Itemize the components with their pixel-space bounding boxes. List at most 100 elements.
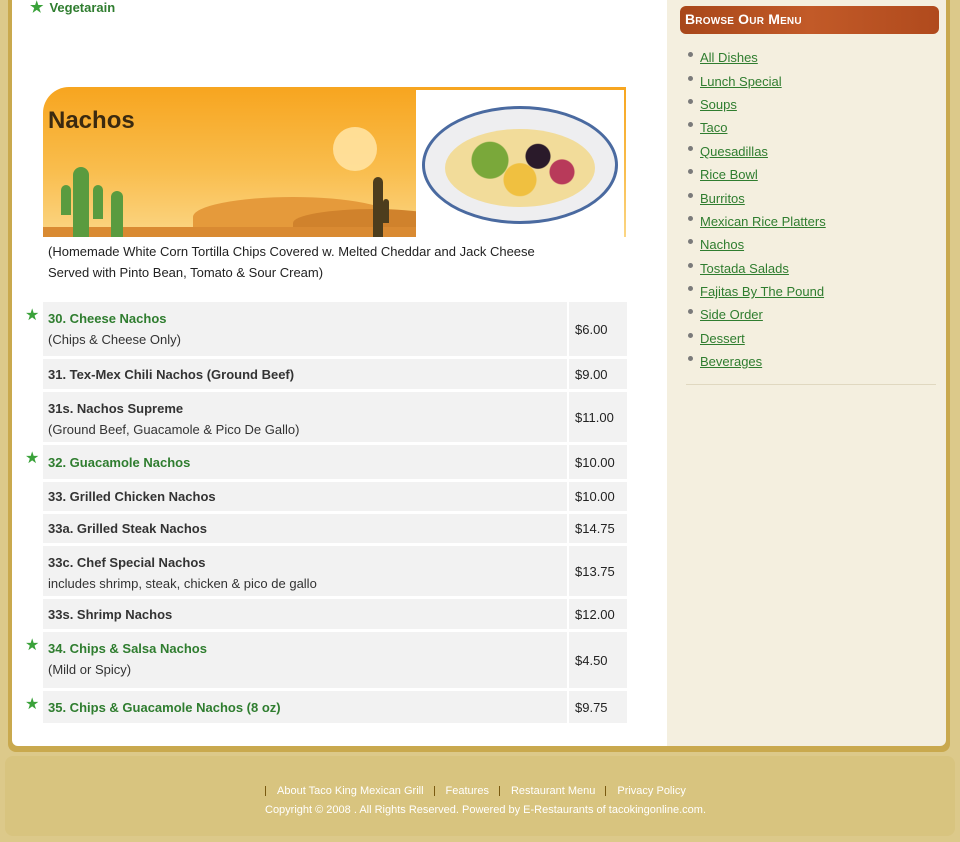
- vegetarian-label: Vegetarain: [49, 0, 116, 15]
- menu-item-name-cell: 33. Grilled Chicken Nachos: [43, 482, 567, 511]
- menu-item-row: 31. Tex-Mex Chili Nachos (Ground Beef) $9…: [43, 359, 627, 389]
- footer-link-item: Privacy Policy: [605, 785, 686, 797]
- footer-link-item: About Taco King Mexican Grill: [265, 785, 424, 797]
- section-banner: Nachos: [43, 87, 626, 237]
- sidebar-heading: Browse Our Menu: [680, 6, 939, 34]
- category-item: Quesadillas: [688, 140, 826, 163]
- bullet-icon: [688, 122, 693, 128]
- nachos-photo: [416, 90, 624, 237]
- star-icon: ★: [25, 637, 40, 654]
- menu-item-price: $13.75: [569, 546, 627, 596]
- menu-item-name-cell: 33a. Grilled Steak Nachos: [43, 514, 567, 543]
- footer-link-item: Features: [433, 785, 489, 797]
- menu-item-row: ★ 32. Guacamole Nachos $10.00: [25, 445, 627, 479]
- nachos-image: [445, 129, 595, 207]
- menu-item-name-cell: 32. Guacamole Nachos: [43, 445, 567, 479]
- category-item: Dessert: [688, 327, 826, 350]
- menu-item-name: 33s. Shrimp Nachos: [48, 606, 173, 622]
- bullet-icon: [688, 192, 693, 198]
- bullet-icon: [688, 145, 693, 151]
- category-link[interactable]: Beverages: [700, 354, 762, 369]
- footer-link[interactable]: Restaurant Menu: [511, 785, 595, 797]
- description-line: (Homemade White Corn Tortilla Chips Cove…: [48, 244, 535, 259]
- menu-item-description: (Mild or Spicy): [48, 662, 132, 677]
- menu-item-name-cell: 31s. Nachos Supreme (Ground Beef, Guacamo…: [43, 392, 567, 442]
- menu-item-row: 33c. Chef Special Nachos includes shrimp,…: [43, 546, 627, 596]
- cactus-icon: [61, 185, 71, 215]
- category-item: Mexican Rice Platters: [688, 210, 826, 233]
- category-link[interactable]: Dessert: [700, 331, 745, 346]
- menu-item-name: 34. Chips & Salsa Nachos: [48, 641, 207, 656]
- bullet-icon: [688, 262, 693, 268]
- category-link[interactable]: All Dishes: [700, 50, 758, 65]
- category-item: Soups: [688, 93, 826, 116]
- menu-item-name: 33c. Chef Special Nachos: [48, 555, 206, 570]
- category-link[interactable]: Rice Bowl: [700, 167, 758, 182]
- footer-link-item: Restaurant Menu: [498, 785, 595, 797]
- menu-item-price: $14.75: [569, 514, 627, 543]
- footer-link[interactable]: Features: [446, 785, 489, 797]
- menu-item-name: 35. Chips & Guacamole Nachos (8 oz): [48, 699, 281, 715]
- category-link[interactable]: Soups: [700, 97, 737, 112]
- menu-item-price: $4.50: [569, 632, 627, 688]
- link-separator: [605, 786, 607, 796]
- category-item: Fajitas By The Pound: [688, 280, 826, 303]
- category-link[interactable]: Side Order: [700, 307, 763, 322]
- category-item: Rice Bowl: [688, 163, 826, 186]
- menu-item-name: 33a. Grilled Steak Nachos: [48, 521, 207, 536]
- category-link[interactable]: Quesadillas: [700, 144, 768, 159]
- menu-item-price: $10.00: [569, 482, 627, 511]
- copyright: Copyright © 2008 . All Rights Reserved. …: [265, 804, 706, 816]
- section-description: (Homemade White Corn Tortilla Chips Cove…: [48, 241, 568, 283]
- bullet-icon: [688, 286, 693, 292]
- cactus-icon: [73, 167, 89, 237]
- footer-link[interactable]: About Taco King Mexican Grill: [277, 785, 424, 797]
- menu-item-row: 33s. Shrimp Nachos $12.00: [43, 599, 627, 629]
- menu-item-description: (Chips & Cheese Only): [48, 332, 181, 347]
- category-list: All Dishes Lunch Special Soups Taco Quesadil…: [688, 46, 826, 373]
- bullet-icon: [688, 332, 693, 338]
- menu-item-name-cell: 33c. Chef Special Nachos includes shrimp,…: [43, 546, 567, 596]
- footer-link[interactable]: Privacy Policy: [617, 785, 685, 797]
- category-item: Beverages: [688, 350, 826, 373]
- menu-item-name-cell: 35. Chips & Guacamole Nachos (8 oz): [43, 691, 567, 723]
- category-item: All Dishes: [688, 46, 826, 69]
- footer-links: About Taco King Mexican Grill Features Res…: [265, 785, 696, 797]
- category-link[interactable]: Burritos: [700, 191, 745, 206]
- menu-item-name: 31. Tex-Mex Chili Nachos (Ground Beef): [48, 366, 295, 382]
- star-icon: ★: [30, 0, 44, 16]
- menu-item-row: 33. Grilled Chicken Nachos $10.00: [43, 482, 627, 511]
- menu-item-price: $9.00: [569, 359, 627, 389]
- bullet-icon: [688, 98, 693, 104]
- menu-item-name-cell: 30. Cheese Nachos (Chips & Cheese Only): [43, 302, 567, 356]
- link-separator: [498, 786, 500, 796]
- menu-item-name: 32. Guacamole Nachos: [48, 454, 191, 470]
- cactus-icon: [383, 199, 389, 223]
- bullet-icon: [688, 52, 693, 58]
- category-link[interactable]: Taco: [700, 120, 727, 135]
- category-link[interactable]: Lunch Special: [700, 74, 782, 89]
- menu-item-name: 31s. Nachos Supreme: [48, 401, 184, 416]
- star-icon: ★: [25, 307, 40, 324]
- menu-item-price: $10.00: [569, 445, 627, 479]
- menu-item-row: ★ 30. Cheese Nachos (Chips & Cheese Only) $…: [25, 302, 627, 356]
- bullet-icon: [688, 169, 693, 175]
- bullet-icon: [688, 75, 693, 81]
- category-link[interactable]: Nachos: [700, 237, 744, 252]
- description-line: Served with Pinto Bean, Tomato & Sour Cr…: [48, 265, 324, 280]
- star-icon: ★: [25, 696, 40, 713]
- sun-decoration: [333, 127, 377, 171]
- category-item: Tostada Salads: [688, 257, 826, 280]
- section-title: Nachos: [48, 107, 135, 134]
- menu-item-description: includes shrimp, steak, chicken & pico d…: [48, 576, 317, 591]
- category-link[interactable]: Fajitas By The Pound: [700, 284, 824, 299]
- category-item: Lunch Special: [688, 69, 826, 92]
- bullet-icon: [688, 239, 693, 245]
- menu-item-price: $12.00: [569, 599, 627, 629]
- category-link[interactable]: Mexican Rice Platters: [700, 214, 826, 229]
- menu-item-price: $6.00: [569, 302, 627, 356]
- category-link[interactable]: Tostada Salads: [700, 261, 789, 276]
- menu-item-description: (Ground Beef, Guacamole & Pico De Gallo): [48, 422, 300, 437]
- link-separator: [265, 786, 266, 796]
- menu-item-row: 33a. Grilled Steak Nachos $14.75: [43, 514, 627, 543]
